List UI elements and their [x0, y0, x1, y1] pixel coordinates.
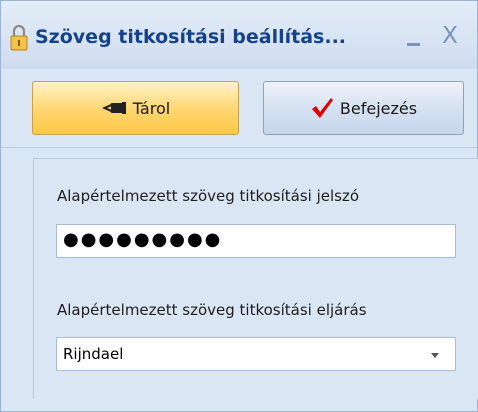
password-field[interactable]: ●●●●●●●●●	[56, 224, 456, 258]
minimize-icon	[407, 43, 420, 46]
store-button[interactable]: Tárol	[32, 81, 239, 135]
toolbar-divider	[1, 147, 477, 148]
finish-button[interactable]: Befejezés	[263, 81, 464, 135]
window-title: Szöveg titkosítási beállítás...	[35, 26, 347, 48]
pointing-hand-icon	[101, 102, 126, 114]
window-bottom-edge	[1, 399, 477, 411]
chevron-down-icon[interactable]	[431, 353, 439, 358]
close-button[interactable]: X	[435, 21, 465, 51]
lock-icon	[10, 24, 28, 51]
title-bar[interactable]: Szöveg titkosítási beállítás... X	[1, 1, 477, 69]
store-button-label: Tárol	[132, 98, 171, 118]
settings-window: Szöveg titkosítási beállítás... X Tárol …	[0, 0, 478, 412]
algorithm-select[interactable]: Rijndael	[56, 337, 456, 371]
password-label: Alapértelmezett szöveg titkosítási jelsz…	[57, 187, 360, 205]
algorithm-label: Alapértelmezett szöveg titkosítási eljár…	[57, 301, 367, 319]
finish-button-label: Befejezés	[339, 98, 418, 118]
minimize-button[interactable]	[399, 25, 429, 49]
checkmark-icon	[311, 98, 333, 118]
